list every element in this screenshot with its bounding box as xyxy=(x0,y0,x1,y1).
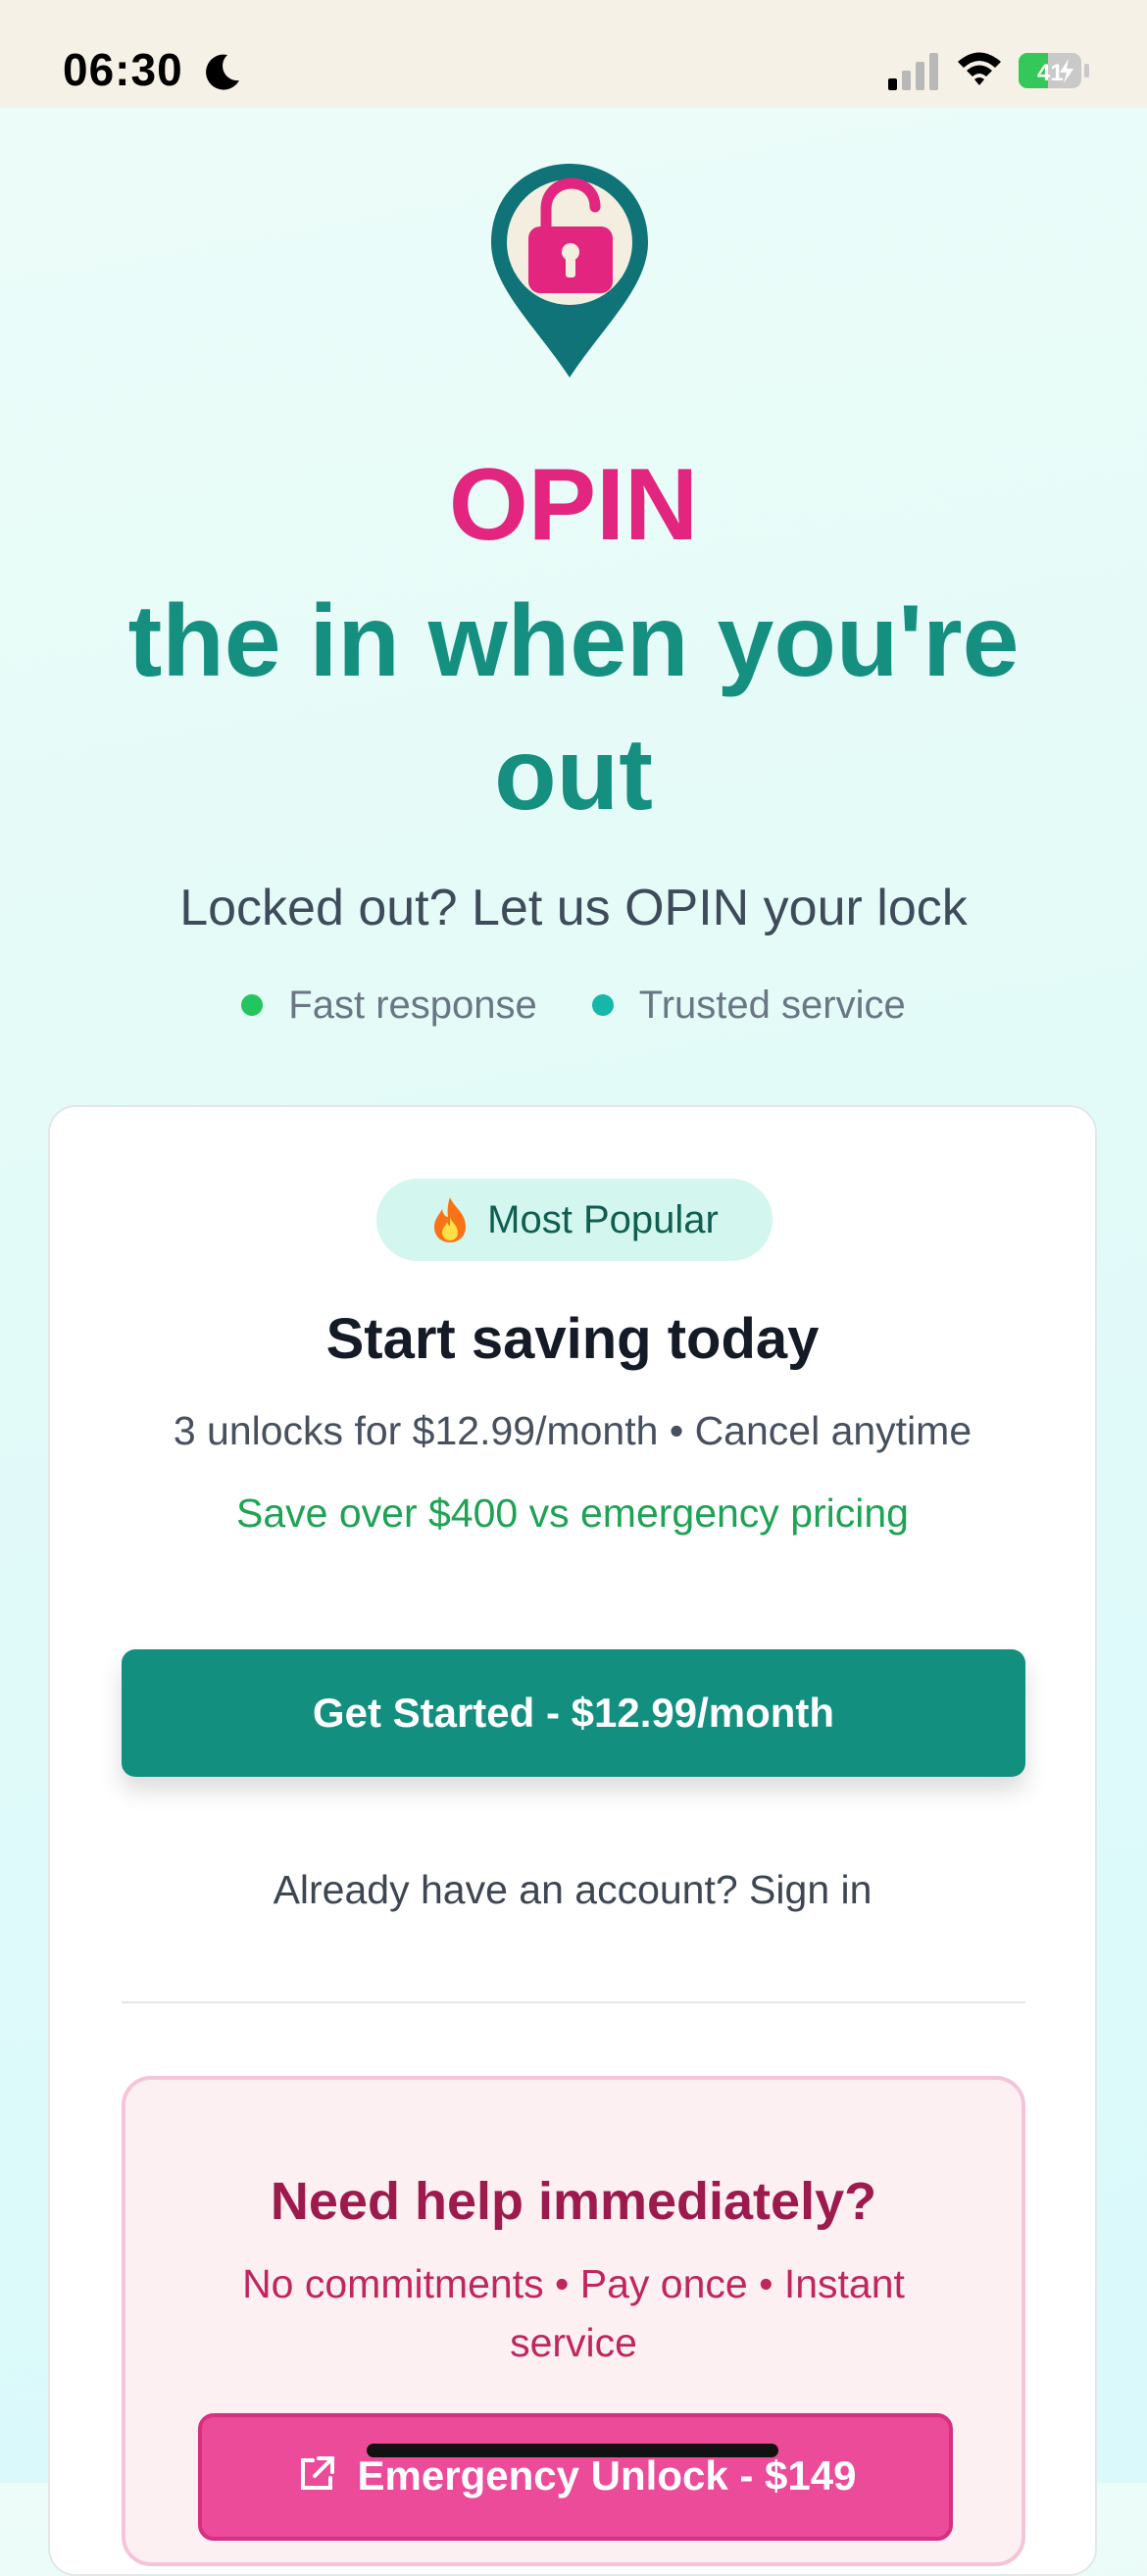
tagline: the in when you're out xyxy=(127,584,1020,832)
get-started-button[interactable]: Get Started - $12.99/month xyxy=(122,1649,1025,1777)
location-pin-unlock-icon xyxy=(491,164,648,378)
battery-level: 41 xyxy=(1037,60,1064,86)
sign-in-link[interactable]: Already have an account? Sign in xyxy=(50,1867,1095,1913)
plan-description: 3 unlocks for $12.99/month • Cancel anyt… xyxy=(173,1408,972,1453)
status-bar: 06:30 41 xyxy=(0,0,1147,108)
green-dot-icon xyxy=(241,994,264,1016)
feature-list: Fast response Trusted service xyxy=(0,981,1147,1030)
feature-fast-response: Fast response xyxy=(241,983,537,1028)
moon-icon xyxy=(206,54,239,90)
feature-label: Trusted service xyxy=(638,983,906,1027)
signal-icon xyxy=(888,53,938,90)
teal-dot-icon xyxy=(591,994,614,1016)
subtitle: Locked out? Let us OPIN your lock xyxy=(179,880,968,936)
wifi-icon xyxy=(958,52,1001,85)
status-time: 06:30 xyxy=(63,44,183,95)
emergency-section: Need help immediately? No commitments • … xyxy=(122,2076,1025,2566)
emergency-unlock-button[interactable]: Emergency Unlock - $149 xyxy=(198,2413,953,2541)
brand-title: OPIN xyxy=(448,448,699,562)
emergency-button-label: Emergency Unlock - $149 xyxy=(357,2452,857,2499)
external-link-icon xyxy=(300,2456,334,2490)
feature-trusted-service: Trusted service xyxy=(591,983,906,1028)
battery-charging-icon: 41 xyxy=(1018,51,1090,95)
savings-note: Save over $400 vs emergency pricing xyxy=(236,1490,909,1536)
feature-label: Fast response xyxy=(288,983,537,1027)
divider xyxy=(122,2001,1025,2003)
plan-card: Most Popular Start saving today 3 unlock… xyxy=(48,1105,1097,2576)
most-popular-badge: Most Popular xyxy=(376,1179,773,1261)
card-title: Start saving today xyxy=(325,1307,820,1371)
emergency-description: No commitments • Pay once • Instant serv… xyxy=(242,2261,905,2365)
emergency-title: Need help immediately? xyxy=(270,2172,877,2231)
badge-label: Most Popular xyxy=(487,1197,719,1241)
fire-icon xyxy=(434,1197,467,1242)
home-indicator[interactable] xyxy=(367,2444,778,2457)
